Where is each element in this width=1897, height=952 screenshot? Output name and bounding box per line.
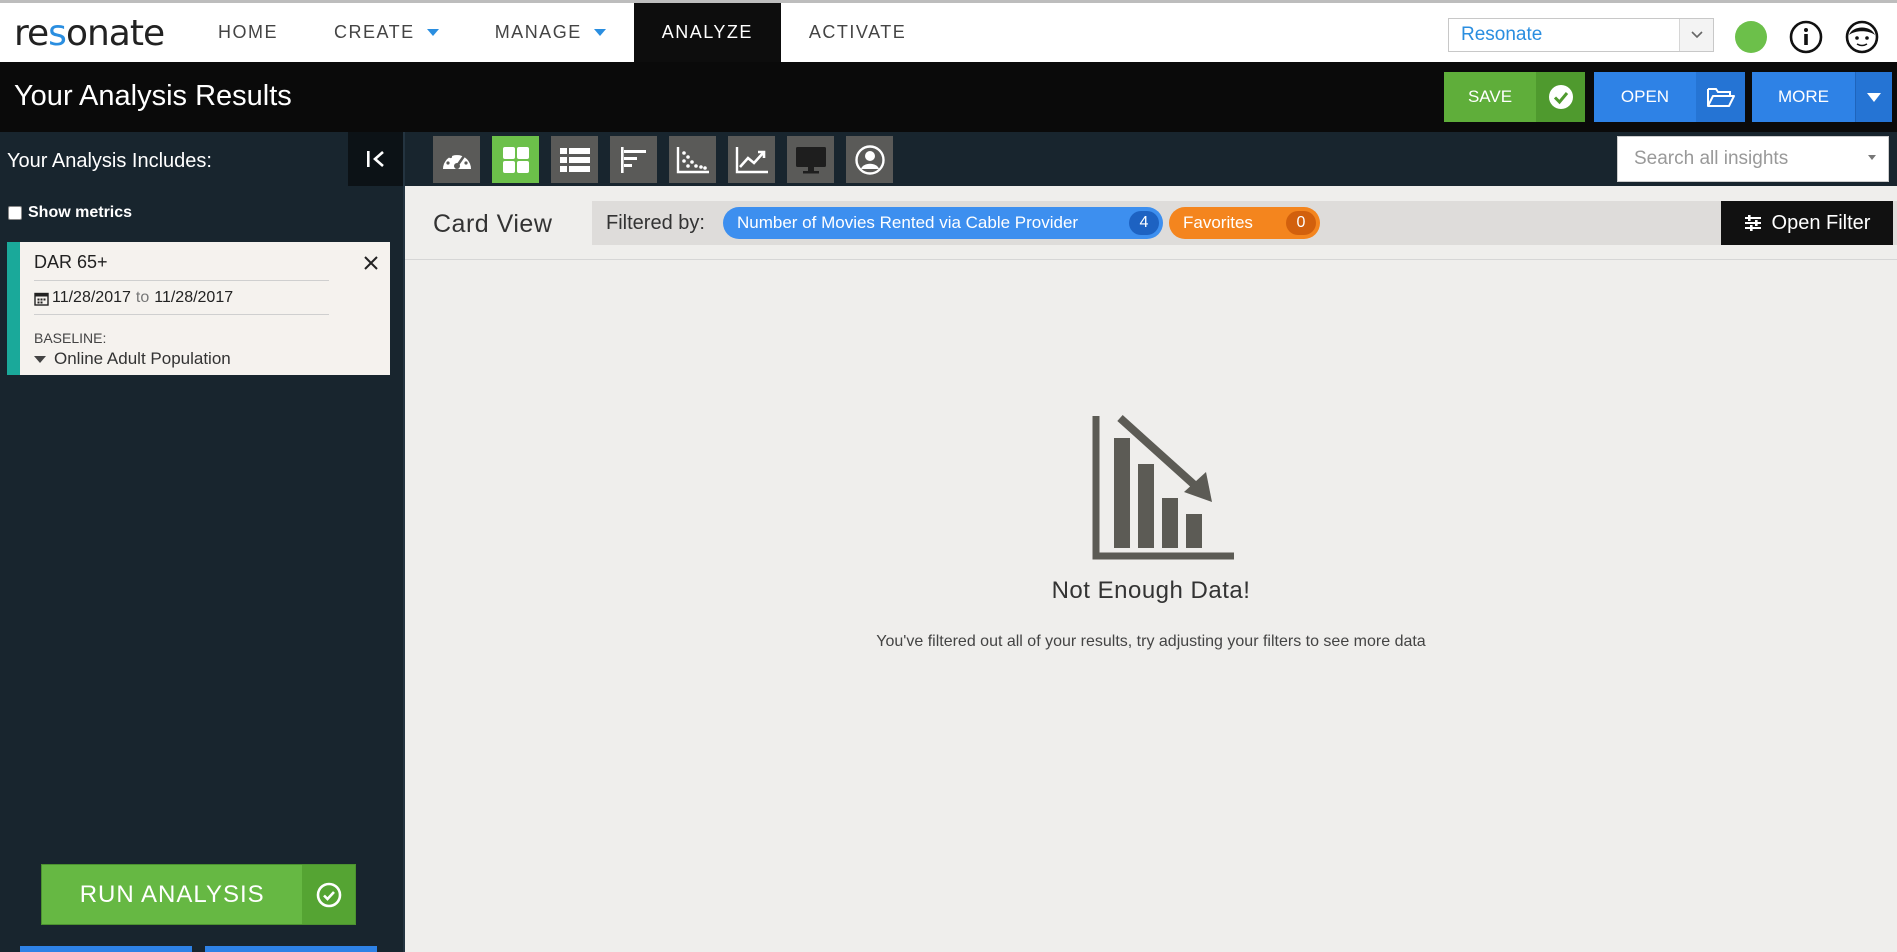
list-view-button[interactable] [551, 136, 598, 183]
monitor-icon [795, 146, 826, 173]
more-button[interactable]: MORE [1752, 72, 1892, 122]
search-insights-placeholder: Search all insights [1634, 148, 1789, 169]
nav-create-label: CREATE [334, 22, 415, 42]
folder-open-icon [1696, 72, 1745, 122]
nav-activate[interactable]: ACTIVATE [781, 3, 934, 62]
scatter-view-button[interactable] [669, 136, 716, 183]
save-button[interactable]: SAVE [1444, 72, 1585, 122]
presentation-view-button[interactable] [787, 136, 834, 183]
organization-select-value: Resonate [1461, 24, 1543, 45]
nav-home-label: HOME [218, 22, 278, 42]
calendar-icon [34, 292, 49, 306]
filter-chip-movies-rented[interactable]: Number of Movies Rented via Cable Provid… [723, 207, 1163, 239]
top-navbar: resonate HOME CREATE MANAGE ANALYZE ACTI… [0, 0, 1897, 62]
show-metrics-label: Show metrics [28, 204, 133, 221]
trend-line-icon [735, 146, 768, 173]
sliders-icon [1744, 215, 1761, 231]
filter-chip-favorites[interactable]: Favorites 0 [1169, 207, 1320, 239]
caret-down-icon [34, 355, 46, 363]
page-header: Your Analysis Results SAVE OPEN MORE [0, 62, 1897, 132]
filter-chip-count: 0 [1286, 211, 1316, 235]
nav-activate-label: ACTIVATE [808, 22, 907, 42]
status-indicator-icon [1735, 21, 1767, 53]
analysis-sidebar: Your Analysis Includes: Show metrics DAR… [0, 132, 405, 952]
view-title: Card View [433, 210, 553, 238]
filtered-by-label: Filtered by: [606, 212, 705, 234]
save-button-label: SAVE [1467, 87, 1513, 106]
page-title: Your Analysis Results [14, 80, 292, 112]
segment-divider [34, 314, 329, 315]
segment-date-separator: to [135, 289, 150, 306]
baseline-select[interactable]: Online Adult Population [34, 349, 231, 369]
persona-view-button[interactable] [846, 136, 893, 183]
view-toolbar: Search all insights [405, 132, 1897, 186]
collapse-sidebar-button[interactable] [348, 132, 403, 186]
baseline-label: BASELINE: [34, 330, 107, 346]
persona-icon [854, 144, 885, 175]
open-button-label: OPEN [1620, 87, 1670, 106]
main-nav: HOME CREATE MANAGE ANALYZE ACTIVATE [190, 3, 934, 62]
card-view-button[interactable] [492, 136, 539, 183]
list-view-icon [559, 147, 590, 172]
chevron-down-icon [1679, 19, 1713, 51]
empty-state-title: Not Enough Data! [1051, 577, 1251, 604]
baseline-value: Online Adult Population [54, 349, 231, 368]
content-divider [405, 259, 1897, 260]
resonate-logo[interactable]: resonate [14, 13, 165, 54]
scatter-plot-icon [676, 146, 709, 173]
nav-analyze-label: ANALYZE [661, 22, 753, 42]
check-circle-icon [1536, 72, 1585, 122]
check-circle-icon [302, 865, 355, 924]
info-icon[interactable] [1789, 20, 1823, 54]
dashboard-gauge-icon [442, 151, 471, 169]
nav-manage-label: MANAGE [494, 22, 582, 42]
run-analysis-label: RUN ANALYSIS [79, 880, 265, 908]
organization-select[interactable]: Resonate [1448, 18, 1714, 52]
filter-chip-label: Number of Movies Rented via Cable Provid… [737, 213, 1079, 232]
sidebar-title: Your Analysis Includes: [7, 150, 212, 172]
logo-text-a: re [14, 13, 49, 54]
chevron-down-icon [593, 29, 606, 36]
segment-start-date: 11/28/2017 [52, 289, 131, 306]
user-avatar-icon[interactable] [1845, 20, 1879, 54]
show-metrics-toggle[interactable]: Show metrics [8, 204, 132, 222]
open-button[interactable]: OPEN [1594, 72, 1745, 122]
app-root: resonate HOME CREATE MANAGE ANALYZE ACTI… [0, 0, 1897, 952]
open-filter-label: Open Filter [1771, 211, 1871, 234]
segment-divider [34, 280, 329, 281]
caret-down-icon [1868, 155, 1876, 160]
logo-text-b: s [48, 13, 67, 54]
segment-card[interactable]: DAR 65+ 11/28/2017 to 11/28/2017 BASELIN… [7, 242, 390, 375]
dashboard-view-button[interactable] [433, 136, 480, 183]
filter-chip-count: 4 [1129, 211, 1159, 235]
declining-chart-icon [1092, 415, 1234, 560]
filter-chip-label: Favorites [1183, 213, 1253, 232]
chevron-down-icon [426, 29, 439, 36]
run-analysis-button[interactable]: RUN ANALYSIS [41, 864, 356, 925]
nav-home[interactable]: HOME [190, 3, 306, 62]
segment-name: DAR 65+ [34, 252, 108, 272]
sidebar-secondary-button[interactable] [205, 946, 377, 952]
nav-analyze[interactable]: ANALYZE [633, 3, 781, 62]
main-content: Card View Filtered by: Number of Movies … [405, 186, 1897, 952]
collapse-left-icon [366, 151, 384, 167]
search-insights-input[interactable]: Search all insights [1617, 136, 1889, 182]
nav-manage[interactable]: MANAGE [467, 3, 634, 62]
logo-text-c: onate [65, 13, 165, 54]
segment-date-range[interactable]: 11/28/2017 to 11/28/2017 [34, 289, 233, 307]
bar-chart-view-button[interactable] [610, 136, 657, 183]
show-metrics-checkbox[interactable] [8, 206, 22, 220]
segment-end-date: 11/28/2017 [154, 289, 234, 306]
sidebar-secondary-button[interactable] [20, 946, 192, 952]
trend-view-button[interactable] [728, 136, 775, 183]
more-button-label: MORE [1778, 87, 1829, 106]
empty-state-message: You've filtered out all of your results,… [876, 633, 1426, 650]
close-icon[interactable] [362, 254, 380, 272]
card-grid-icon [502, 146, 529, 173]
nav-create[interactable]: CREATE [306, 3, 467, 62]
open-filter-button[interactable]: Open Filter [1721, 201, 1893, 245]
bar-chart-icon [620, 146, 646, 173]
filter-bar: Filtered by: Number of Movies Rented via… [592, 201, 1897, 245]
chevron-down-icon [1855, 72, 1892, 122]
